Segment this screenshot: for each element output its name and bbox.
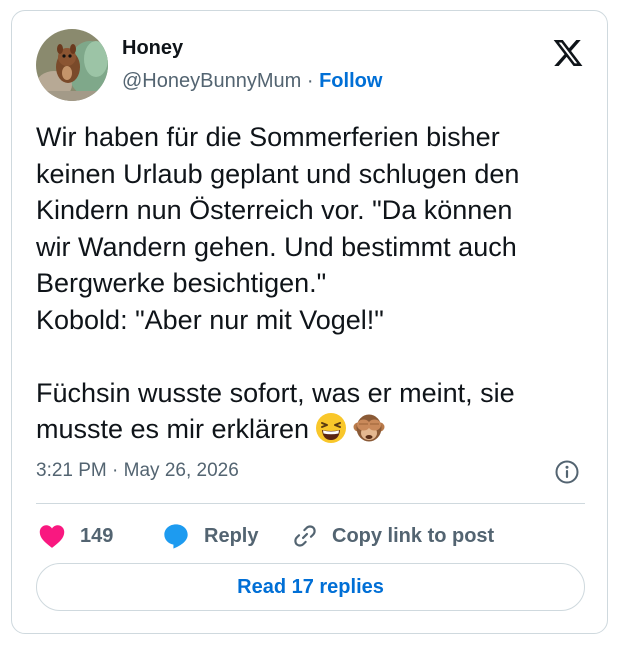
tweet-card: Honey @HoneyBunnyMum · Follow Wir haben … [11,10,608,634]
post-date: May 26, 2026 [123,460,239,481]
tweet-blank-line [36,338,591,375]
like-count: 149 [80,524,114,547]
author-avatar[interactable] [36,29,108,101]
like-button[interactable]: 149 [38,516,113,556]
tweet-line: musste es mir erklären [36,414,310,444]
post-timestamp[interactable]: 3:21 PM · May 26, 2026 [36,460,239,482]
timestamp-separator: · [112,460,119,481]
tweet-line: Wir haben für die Sommerferien bisher [36,122,500,152]
post-time: 3:21 PM [36,460,107,481]
copy-link-button[interactable]: Copy link to post [292,516,494,556]
see-no-evil-monkey-emoji-icon [353,414,385,442]
x-logo-icon[interactable] [552,37,584,69]
author-handle[interactable]: @HoneyBunnyMum [122,70,301,92]
tweet-line: keinen Urlaub geplant und schlugen den [36,158,520,189]
follow-button[interactable]: Follow [319,70,382,92]
author-handle-row: @HoneyBunnyMum · Follow [122,70,382,93]
squirrel-avatar-icon [36,29,108,101]
tweet-last-line: musste es mir erklären [36,411,591,448]
grinning-squinting-face-emoji-icon [316,413,347,443]
divider [36,503,585,504]
tweet-line: Kindern nun Österreich vor. "Da können [36,195,513,225]
reply-button[interactable]: Reply [162,516,258,556]
read-replies-button[interactable]: Read 17 replies [36,563,585,611]
action-bar: 149 Reply Copy link to post [36,516,586,556]
tweet-text: Wir haben für die Sommerferien bisher ke… [36,119,591,448]
tweet-line: Kobold: "Aber nur mit Vogel!" [36,304,384,335]
author-name[interactable]: Honey [122,37,183,60]
tweet-line: wir Wandern gehen. Und bestimmt auch [36,231,517,262]
speech-bubble-icon [164,524,188,549]
handle-separator: · [306,70,314,92]
heart-icon [39,525,65,548]
tweet-line: Bergwerke besichtigen." [36,268,327,298]
info-icon[interactable] [554,459,580,485]
tweet-line: Füchsin wusste sofort, was er meint, sie [36,377,515,408]
link-icon [294,525,316,547]
copy-link-label: Copy link to post [332,524,495,547]
reply-label: Reply [204,524,259,547]
